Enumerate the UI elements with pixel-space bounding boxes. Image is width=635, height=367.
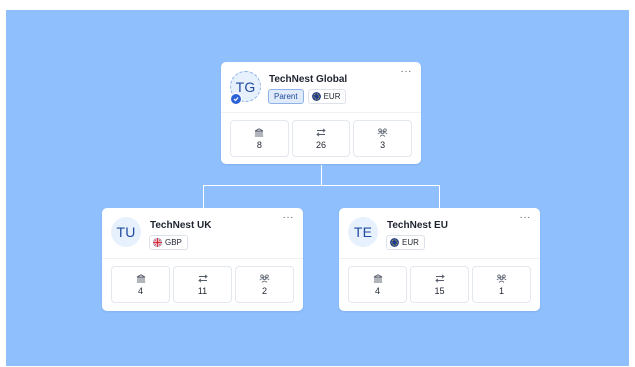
- transfer-arrows-icon: [197, 273, 208, 283]
- transfer-arrows-icon: [434, 273, 445, 283]
- entity-name: TechNest UK: [150, 220, 212, 231]
- entity-name: TechNest Global: [269, 74, 348, 85]
- stat-value: 4: [137, 285, 143, 296]
- entity-card-header: TG TechNest Global Parent EUR ···: [221, 62, 421, 112]
- entity-stats: 4 15 1: [348, 266, 531, 303]
- stat-users[interactable]: 2: [235, 266, 294, 303]
- stat-bank-accounts[interactable]: 4: [111, 266, 170, 303]
- stat-value: 11: [197, 285, 208, 296]
- currency-badge: EUR: [307, 89, 347, 104]
- more-options-icon[interactable]: ···: [401, 67, 413, 77]
- users-icon: [377, 128, 388, 137]
- currency-badge: EUR: [386, 235, 425, 250]
- entity-stats: 4 11 2: [111, 266, 294, 303]
- stat-value: 15: [434, 285, 445, 296]
- parent-badge: Parent: [268, 89, 304, 104]
- bank-icon: [254, 127, 264, 137]
- entity-tags: Parent EUR: [268, 89, 347, 104]
- entity-card-parent[interactable]: TG TechNest Global Parent EUR ··· 8 26 3: [221, 62, 421, 164]
- bank-icon: [136, 273, 146, 283]
- eu-flag-icon: [390, 238, 399, 247]
- stat-value: 26: [316, 139, 327, 150]
- stat-value: 4: [374, 285, 380, 296]
- stat-transfers[interactable]: 15: [410, 266, 469, 303]
- org-chart-canvas: TG TechNest Global Parent EUR ··· 8 26 3…: [6, 10, 629, 366]
- entity-name: TechNest EU: [387, 220, 448, 231]
- stat-value: 2: [261, 285, 267, 296]
- connector-parent-down: [321, 165, 322, 185]
- currency-badge: GBP: [149, 235, 188, 250]
- users-icon: [259, 274, 270, 283]
- stat-users[interactable]: 3: [353, 120, 413, 157]
- stat-value: 8: [256, 139, 262, 150]
- connector-horizontal: [203, 185, 440, 186]
- connector-to-eu: [439, 185, 440, 208]
- more-options-icon[interactable]: ···: [283, 213, 295, 223]
- currency-code: EUR: [323, 92, 341, 101]
- entity-card-header: TU TechNest UK GBP ···: [102, 208, 303, 258]
- currency-code: EUR: [402, 238, 419, 247]
- currency-code: GBP: [165, 238, 182, 247]
- uk-flag-icon: [153, 238, 162, 247]
- avatar: TE: [348, 217, 378, 247]
- entity-card-eu[interactable]: TE TechNest EU EUR ··· 4 15 1: [339, 208, 540, 311]
- stat-users[interactable]: 1: [472, 266, 531, 303]
- more-options-icon[interactable]: ···: [520, 213, 532, 223]
- entity-tags: EUR: [386, 235, 425, 250]
- connector-to-uk: [203, 185, 204, 208]
- eu-flag-icon: [311, 92, 321, 101]
- users-icon: [496, 274, 507, 283]
- entity-tags: GBP: [149, 235, 188, 250]
- stat-value: 3: [380, 139, 386, 150]
- card-divider: [102, 258, 303, 259]
- stat-transfers[interactable]: 26: [291, 120, 351, 157]
- stat-value: 1: [498, 285, 504, 296]
- bank-icon: [373, 273, 383, 283]
- stat-bank-accounts[interactable]: 4: [348, 266, 407, 303]
- entity-stats: 8 26 3: [230, 120, 413, 157]
- entity-card-header: TE TechNest EU EUR ···: [339, 208, 540, 258]
- entity-card-uk[interactable]: TU TechNest UK GBP ··· 4 11 2: [102, 208, 303, 311]
- stat-bank-accounts[interactable]: 8: [230, 120, 289, 157]
- avatar: TU: [111, 217, 141, 247]
- transfer-arrows-icon: [316, 127, 326, 137]
- stat-transfers[interactable]: 11: [173, 266, 232, 303]
- card-divider: [339, 258, 540, 259]
- card-divider: [221, 112, 421, 113]
- verified-check-icon: [230, 93, 242, 105]
